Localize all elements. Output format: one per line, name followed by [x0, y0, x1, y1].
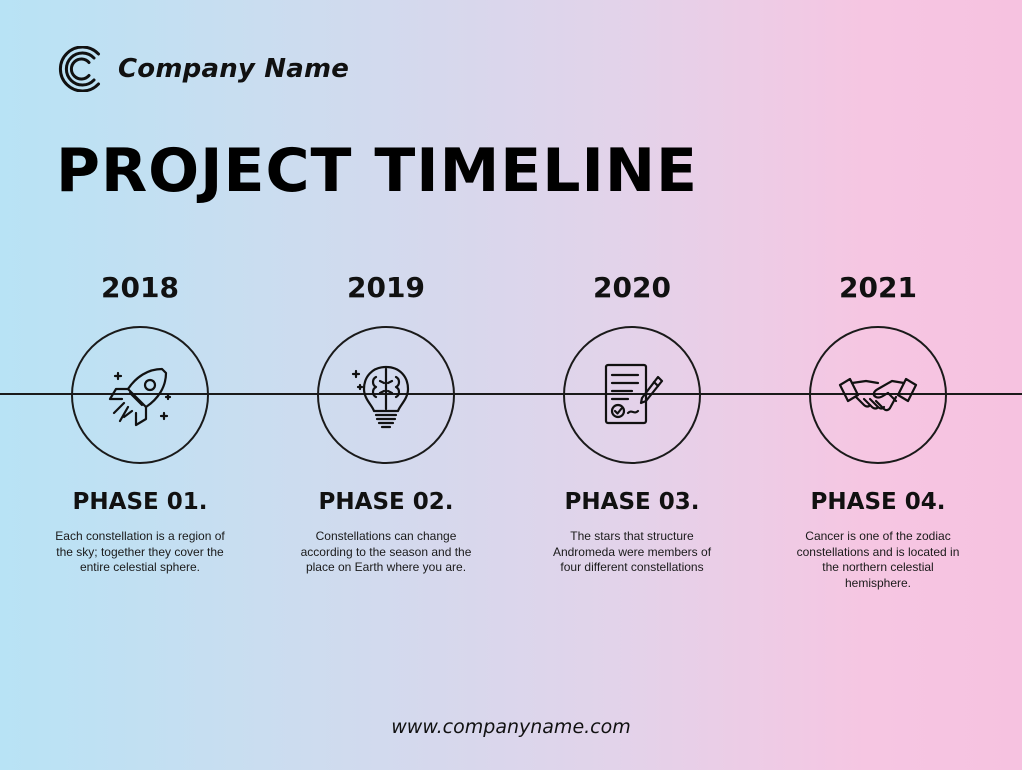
c-circle-logo-icon	[58, 46, 100, 92]
timeline-phase-2: 2019 PHASE 02. Constellations can change…	[266, 270, 506, 576]
phase-icon-circle	[317, 326, 455, 464]
phase-description: Each constellation is a region of the sk…	[55, 529, 225, 574]
page-title: PROJECT TIMELINE	[56, 136, 699, 206]
handshake-icon	[838, 377, 918, 412]
phase-year: 2019	[347, 271, 425, 304]
phase-description: Cancer is one of the zodiac constellatio…	[796, 529, 960, 590]
phase-label: PHASE 03.	[564, 489, 700, 515]
phase-label: PHASE 01.	[72, 489, 208, 515]
phase-year: 2018	[101, 271, 179, 304]
phase-icon-circle	[563, 326, 701, 464]
phase-label: PHASE 04.	[810, 489, 946, 515]
phase-year: 2020	[593, 271, 671, 304]
timeline-phase-3: 2020 PHASE 03. The stars that structure …	[512, 270, 752, 576]
website-link[interactable]: www.companyname.com	[0, 716, 1022, 738]
phase-label: PHASE 02.	[318, 489, 454, 515]
timeline-phase-1: 2018 PHASE 01. Each constellation is a r…	[20, 270, 260, 576]
phase-description: The stars that structure Andromeda were …	[552, 529, 712, 574]
timeline-phase-4: 2021 PHASE 04. Cancer is one of the zodi…	[758, 270, 998, 591]
phase-icon-circle	[809, 326, 947, 464]
company-name: Company Name	[118, 54, 350, 84]
rocket-icon	[108, 367, 172, 427]
phase-icon-circle	[71, 326, 209, 464]
company-logo: Company Name	[58, 46, 349, 92]
phase-year: 2021	[839, 271, 917, 304]
signed-document-icon	[604, 363, 664, 425]
phase-description: Constellations can change according to t…	[300, 529, 472, 574]
brain-lightbulb-icon	[351, 365, 410, 429]
